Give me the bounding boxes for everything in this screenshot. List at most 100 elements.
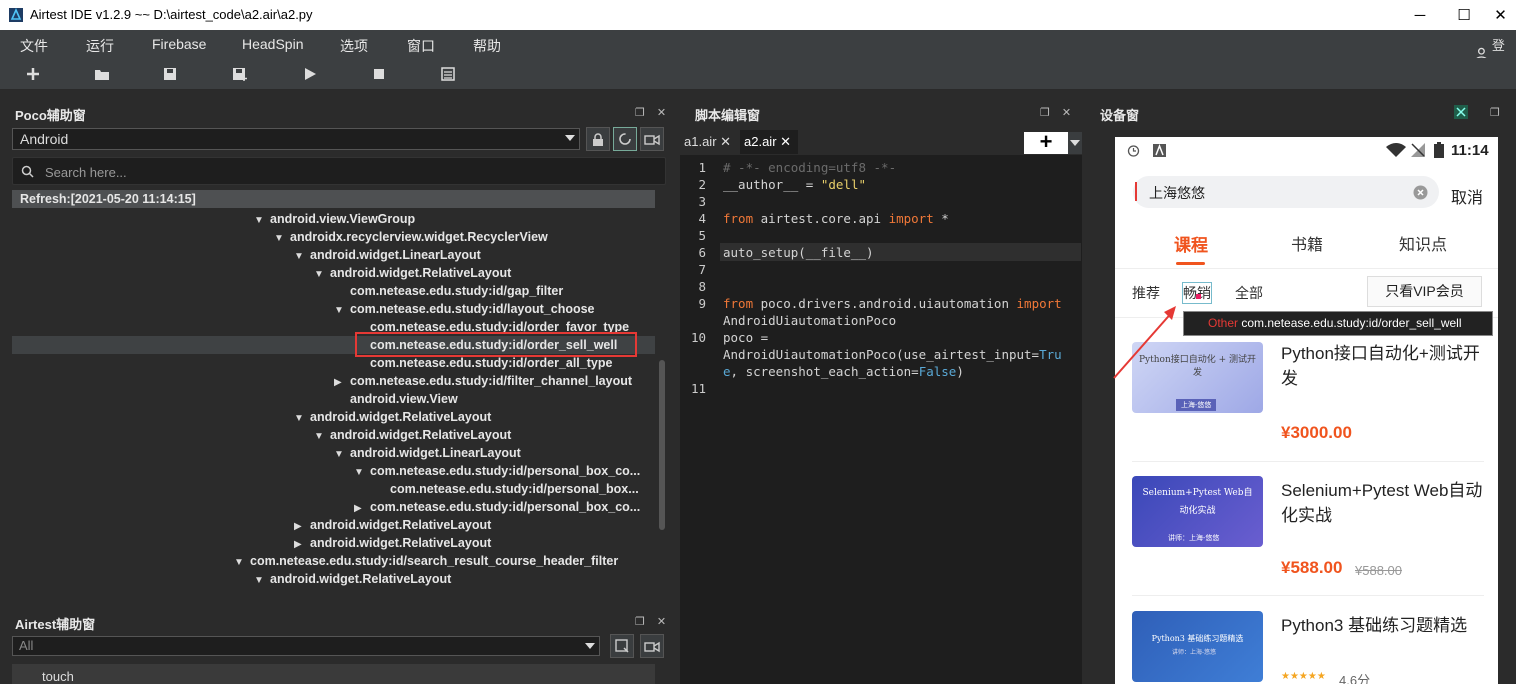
course-price: ¥3000.00 bbox=[1281, 423, 1352, 442]
chevron-down-icon bbox=[585, 643, 595, 649]
tree-node[interactable]: ▼ com.netease.edu.study:id/search_result_… bbox=[12, 552, 655, 570]
lock-button[interactable] bbox=[586, 127, 610, 151]
save-button[interactable] bbox=[159, 64, 181, 84]
tree-node-label: com.netease.edu.study:id/order_all_type bbox=[370, 356, 613, 370]
course-price: ¥588.00 bbox=[1281, 558, 1343, 577]
add-dropdown-button[interactable] bbox=[1068, 132, 1082, 154]
log-button[interactable] bbox=[437, 64, 459, 84]
menu-firebase[interactable]: Firebase bbox=[152, 36, 206, 52]
tab-a1[interactable]: a1.air ✕ bbox=[680, 130, 738, 154]
search-icon bbox=[21, 165, 34, 178]
new-script-button[interactable] bbox=[22, 64, 44, 84]
tab-books[interactable]: 书籍 bbox=[1291, 231, 1323, 255]
poco-panel-title: Poco辅助窗 bbox=[15, 108, 86, 123]
tree-node[interactable]: ▼ android.widget.RelativeLayout bbox=[12, 570, 655, 588]
refresh-icon bbox=[619, 133, 631, 145]
tab-knowledge[interactable]: 知识点 bbox=[1399, 231, 1447, 255]
minimize-button[interactable]: ─ bbox=[1397, 0, 1443, 30]
selection-marker bbox=[1196, 294, 1201, 299]
close-panel-icon[interactable]: ✕ bbox=[657, 615, 666, 628]
tree-node[interactable]: ▼ android.widget.LinearLayout bbox=[12, 444, 655, 462]
close-button[interactable]: ✕ bbox=[1485, 0, 1516, 30]
api-item-touch[interactable]: touch bbox=[12, 664, 655, 684]
menu-help[interactable]: 帮助 bbox=[473, 36, 501, 56]
tree-node[interactable]: ▼ android.widget.RelativeLayout bbox=[12, 264, 655, 282]
close-tab-icon[interactable]: ✕ bbox=[780, 134, 791, 149]
tree-node[interactable]: android.view.View bbox=[12, 390, 655, 408]
screenshot-button[interactable] bbox=[610, 634, 634, 658]
chevron-down-icon bbox=[1070, 140, 1080, 146]
clear-icon[interactable] bbox=[1413, 185, 1428, 200]
tree-node[interactable]: ▼ androidx.recyclerview.widget.RecyclerVi… bbox=[12, 228, 655, 246]
menu-file[interactable]: 文件 bbox=[20, 36, 48, 56]
tree-node[interactable]: com.netease.edu.study:id/personal_box... bbox=[12, 480, 655, 498]
tree-node[interactable]: ▼ com.netease.edu.study:id/personal_box_c… bbox=[12, 462, 655, 480]
tree-node[interactable]: com.netease.edu.study:id/order_sell_well bbox=[12, 336, 655, 354]
tree-node[interactable]: ▼ android.widget.RelativeLayout bbox=[12, 426, 655, 444]
tree-node[interactable]: com.netease.edu.study:id/order_favor_typ… bbox=[12, 318, 655, 336]
tree-node[interactable]: com.netease.edu.study:id/order_all_type bbox=[12, 354, 655, 372]
menu-window[interactable]: 窗口 bbox=[407, 36, 435, 56]
line-number: 3 bbox=[698, 194, 706, 209]
course-thumbnail[interactable]: Selenium+Pytest Web自动化实战 讲师：上海-悠悠 bbox=[1132, 476, 1263, 547]
collapse-arrow-icon[interactable]: ▼ bbox=[254, 572, 270, 590]
float-panel-icon[interactable]: ❐ bbox=[1490, 106, 1500, 119]
airtest-filter-select[interactable]: All bbox=[12, 636, 600, 656]
float-panel-icon[interactable]: ❐ bbox=[1040, 106, 1050, 119]
record-button[interactable] bbox=[640, 634, 664, 658]
poco-mode-select[interactable]: Android bbox=[12, 128, 580, 150]
tab-a2[interactable]: a2.air ✕ bbox=[740, 130, 798, 154]
maximize-button[interactable]: ☐ bbox=[1441, 0, 1487, 30]
tree-node[interactable]: ▼ com.netease.edu.study:id/layout_choose bbox=[12, 300, 655, 318]
tree-node[interactable]: ▶ android.widget.RelativeLayout bbox=[12, 534, 655, 552]
line-number: 5 bbox=[698, 228, 706, 243]
menu-options[interactable]: 选项 bbox=[340, 36, 368, 56]
tree-node[interactable]: ▼ android.widget.LinearLayout bbox=[12, 246, 655, 264]
close-panel-icon[interactable]: ✕ bbox=[1062, 106, 1071, 119]
record-button[interactable] bbox=[640, 127, 664, 151]
app-search-field[interactable]: 上海悠悠 bbox=[1133, 176, 1439, 208]
run-button[interactable] bbox=[299, 64, 321, 84]
float-panel-icon[interactable]: ❐ bbox=[635, 106, 645, 119]
save-as-button[interactable] bbox=[229, 64, 251, 84]
stop-button[interactable] bbox=[368, 64, 390, 84]
close-tab-icon[interactable]: ✕ bbox=[720, 134, 731, 149]
menu-headspin[interactable]: HeadSpin bbox=[242, 36, 304, 52]
open-folder-icon bbox=[95, 70, 109, 80]
tree-node[interactable]: ▶ android.widget.RelativeLayout bbox=[12, 516, 655, 534]
close-panel-icon[interactable]: ✕ bbox=[657, 106, 666, 119]
course-title[interactable]: Python3 基础练习题精选 bbox=[1281, 613, 1486, 638]
code-line-9-wrap: AndroidUiautomationPoco bbox=[723, 313, 897, 328]
open-button[interactable] bbox=[91, 64, 113, 84]
course-title[interactable]: Python接口自动化+测试开发 bbox=[1281, 341, 1486, 391]
tab-course[interactable]: 课程 bbox=[1174, 231, 1208, 256]
code-line-6: auto_setup(__file__) bbox=[723, 245, 874, 260]
tree-scrollbar[interactable] bbox=[659, 360, 665, 530]
cancel-button[interactable]: 取消 bbox=[1451, 184, 1483, 208]
float-panel-icon[interactable]: ❐ bbox=[635, 615, 645, 628]
device-panel-title: 设备窗 bbox=[1100, 108, 1140, 123]
tree-node[interactable]: com.netease.edu.study:id/gap_filter bbox=[12, 282, 655, 300]
course-thumbnail[interactable]: Python3 基础练习题精选 讲师：上海-悠悠 bbox=[1132, 611, 1263, 682]
poco-hierarchy-tree: ▼ android.view.ViewGroup ▼ androidx.recycle… bbox=[12, 210, 655, 596]
device-screen[interactable]: 11:14 上海悠悠 取消 课程 书籍 知识点 推荐 畅销 全部 只看VIP会员… bbox=[1115, 137, 1498, 684]
refresh-button[interactable] bbox=[613, 127, 637, 151]
filter-all[interactable]: 全部 bbox=[1235, 283, 1263, 303]
tools-icon[interactable] bbox=[1454, 105, 1468, 119]
menu-run[interactable]: 运行 bbox=[86, 36, 114, 56]
course-title[interactable]: Selenium+Pytest Web自动化实战 bbox=[1281, 478, 1486, 528]
text-cursor bbox=[1135, 182, 1137, 201]
poco-search-input[interactable] bbox=[45, 162, 645, 182]
add-script-button[interactable]: + bbox=[1024, 131, 1068, 154]
tree-node[interactable]: ▶ com.netease.edu.study:id/filter_channel… bbox=[12, 372, 655, 390]
tree-node[interactable]: ▼ android.widget.RelativeLayout bbox=[12, 408, 655, 426]
code-editor[interactable] bbox=[680, 155, 1082, 684]
thumbnail-text: Selenium+Pytest Web自动化实战 bbox=[1142, 488, 1253, 516]
thumbnail-sub: 讲师：上海-悠悠 bbox=[1172, 650, 1216, 656]
vip-only-button[interactable]: 只看VIP会员 bbox=[1367, 276, 1482, 307]
record-icon bbox=[644, 134, 660, 146]
tree-node[interactable]: ▶ com.netease.edu.study:id/personal_box_c… bbox=[12, 498, 655, 516]
divider bbox=[1132, 461, 1484, 462]
tree-node[interactable]: ▼ android.view.ViewGroup bbox=[12, 210, 655, 228]
poco-node-tooltip: Other com.netease.edu.study:id/order_sel… bbox=[1183, 311, 1493, 336]
